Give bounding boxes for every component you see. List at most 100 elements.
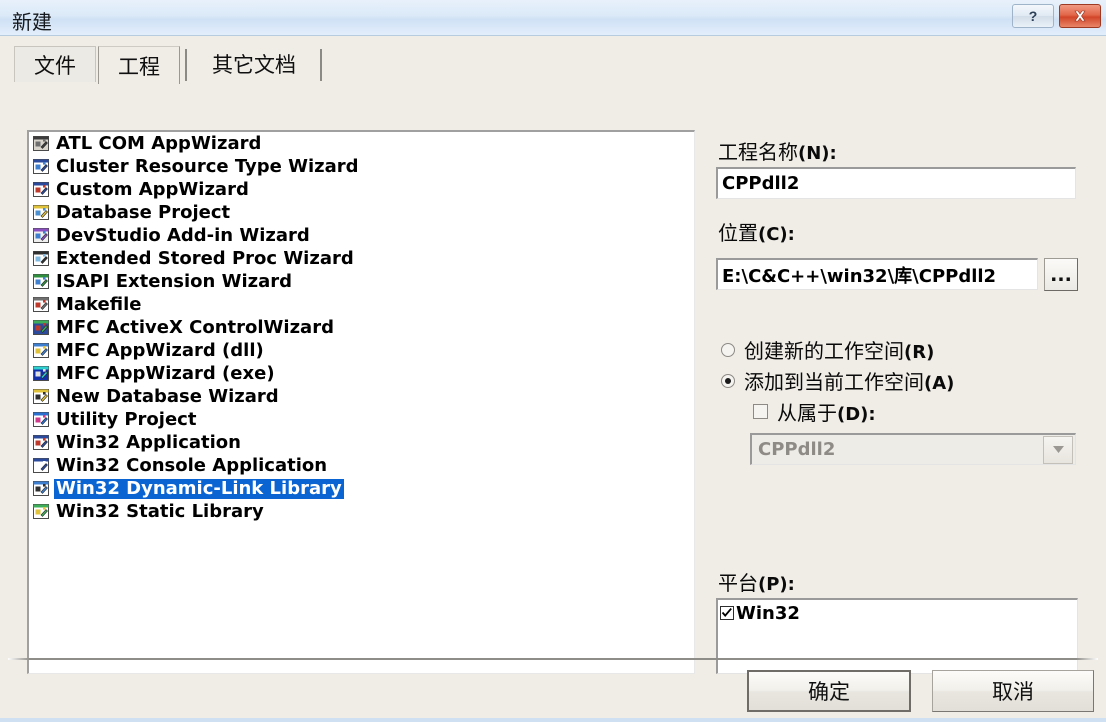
project-name-label-text: 工程名称 [718,140,798,164]
list-item-label: Cluster Resource Type Wizard [56,155,359,177]
list-item[interactable]: Database Project [29,201,694,224]
checkbox-dependency-text: 从属于 [777,401,837,425]
devstudio-addin-icon [32,226,51,245]
list-item-label: DevStudio Add-in Wizard [56,224,310,246]
help-button[interactable]: ? [1012,4,1054,28]
win32-console-icon [32,456,51,475]
makefile-icon [32,295,51,314]
horizontal-divider [8,658,1098,660]
list-item[interactable]: Custom AppWizard [29,178,694,201]
platform-mnemonic: (P): [758,574,795,595]
tab-files-label: 文件 [34,53,76,78]
tab-separator-1 [185,49,187,81]
platform-list-item[interactable]: Win32 [720,602,1077,624]
radio-create-new-workspace-label: 创建新的工作空间(R) [744,335,934,364]
checkbox-indicator-win32[interactable] [720,606,734,620]
location-label: 位置(C): [718,217,795,246]
list-item-label: Extended Stored Proc Wizard [56,247,354,269]
tab-projects-label: 工程 [118,54,160,79]
mfc-appwizard-dll-icon [32,341,51,360]
close-button[interactable] [1059,4,1101,28]
tab-projects[interactable]: 工程 [98,46,180,84]
dialog-client-area: 文件 工程 其它文档 ATL COM AppWizard Cluster Reso… [0,36,1106,718]
radio-create-new-mnemonic: (R) [904,342,935,363]
dependency-combobox[interactable]: CPPdll2 [750,433,1076,465]
checkbox-dependency-of[interactable]: 从属于(D): [753,397,876,426]
list-item[interactable]: Utility Project [29,408,694,431]
mfc-activex-icon [32,318,51,337]
location-mnemonic: (C): [758,224,795,245]
ok-button-label: 确定 [808,680,850,704]
project-name-value: CPPdll2 [722,173,800,194]
list-item[interactable]: MFC AppWizard (dll) [29,339,694,362]
project-name-label: 工程名称(N): [718,136,837,165]
radio-indicator-add-current [721,373,735,388]
browse-folder-button[interactable]: ... [1044,258,1078,291]
list-item-label: ISAPI Extension Wizard [56,270,293,292]
tab-other-documents[interactable]: 其它文档 [192,46,316,82]
platform-label-text: 平台 [718,571,758,595]
project-name-mnemonic: (N): [798,143,837,164]
win32-static-lib-icon [32,502,51,521]
list-item[interactable]: New Database Wizard [29,385,694,408]
radio-add-to-current-workspace-label: 添加到当前工作空间(A) [744,366,954,395]
checkbox-dependency-mnemonic: (D): [837,404,876,425]
list-item-label: Win32 Application [56,431,241,453]
list-item[interactable]: Win32 Console Application [29,454,694,477]
location-value: E:\C&C++\win32\库\CPPdll2 [722,265,997,287]
radio-create-new-workspace[interactable]: 创建新的工作空间(R) [721,335,934,364]
list-item[interactable]: DevStudio Add-in Wizard [29,224,694,247]
location-input[interactable]: E:\C&C++\win32\库\CPPdll2 [716,258,1038,290]
list-item[interactable]: Win32 Dynamic-Link Library [29,477,694,500]
project-name-input[interactable]: CPPdll2 [716,167,1076,199]
cancel-button-label: 取消 [992,680,1034,704]
isapi-extension-icon [32,272,51,291]
platform-win32-label: Win32 [736,602,800,624]
list-item[interactable]: Win32 Static Library [29,500,694,523]
question-mark-icon: ? [1028,8,1038,24]
title-bar: 新建 ? [0,0,1106,36]
chevron-down-icon[interactable] [1043,435,1073,464]
list-item[interactable]: Extended Stored Proc Wizard [29,247,694,270]
new-database-wizard-icon [32,387,51,406]
win32-dll-icon [32,479,51,498]
platform-list[interactable]: Win32 [716,598,1078,674]
window-title: 新建 [12,10,52,34]
utility-project-icon [32,410,51,429]
close-icon [1072,9,1088,23]
win32-application-icon [32,433,51,452]
list-item-label: New Database Wizard [56,385,279,407]
mfc-appwizard-exe-icon [32,364,51,383]
platform-label: 平台(P): [718,567,795,596]
list-item[interactable]: Makefile [29,293,694,316]
list-item[interactable]: ATL COM AppWizard [29,132,694,155]
list-item-label: Win32 Console Application [56,454,328,476]
list-item[interactable]: MFC ActiveX ControlWizard [29,316,694,339]
project-type-list[interactable]: ATL COM AppWizard Cluster Resource Type W… [27,130,695,674]
cancel-button[interactable]: 取消 [932,670,1094,712]
list-item-label: MFC ActiveX ControlWizard [56,316,334,338]
list-item[interactable]: MFC AppWizard (exe) [29,362,694,385]
list-item[interactable]: ISAPI Extension Wizard [29,270,694,293]
custom-appwizard-icon [32,180,51,199]
tab-files[interactable]: 文件 [14,46,96,82]
ok-button[interactable]: 确定 [747,670,911,712]
list-item-label: Win32 Dynamic-Link Library [54,477,344,499]
list-item-label: ATL COM AppWizard [56,132,262,154]
atl-com-appwizard-icon [32,134,51,153]
extended-stored-proc-icon [32,249,51,268]
location-label-text: 位置 [718,221,758,245]
tab-strip: 文件 工程 其它文档 [14,46,1092,84]
cluster-resource-wizard-icon [32,157,51,176]
radio-add-to-current-workspace[interactable]: 添加到当前工作空间(A) [721,366,954,395]
list-item-label: MFC AppWizard (exe) [56,362,275,384]
tab-separator-2 [320,49,322,81]
list-item[interactable]: Win32 Application [29,431,694,454]
list-item-label: Win32 Static Library [56,500,264,522]
radio-indicator-create-new [721,342,735,357]
checkbox-indicator-dependency [753,404,768,419]
list-item-label: Database Project [56,201,231,223]
radio-create-new-text: 创建新的工作空间 [744,339,904,363]
radio-add-current-mnemonic: (A) [924,373,955,394]
list-item[interactable]: Cluster Resource Type Wizard [29,155,694,178]
